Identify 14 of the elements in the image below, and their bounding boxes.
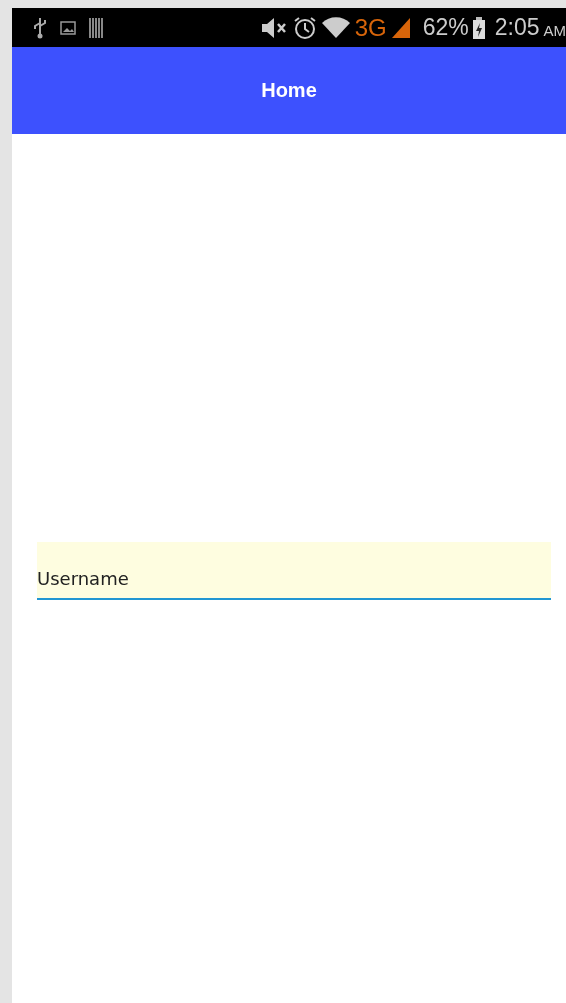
barcode-icon — [89, 17, 104, 38]
alarm-icon — [292, 15, 317, 40]
clock-time: 2:05 — [494, 14, 540, 41]
mute-icon — [260, 16, 289, 39]
wifi-icon — [320, 16, 351, 39]
battery-percent: 62% — [422, 14, 469, 41]
signal-icon — [390, 16, 411, 39]
image-icon — [60, 20, 76, 35]
usb-icon — [33, 16, 47, 39]
app-title: Home — [261, 79, 317, 102]
username-field[interactable]: Username — [37, 542, 551, 600]
network-type: 3G — [354, 13, 387, 42]
clock-meridiem: AM — [543, 22, 566, 39]
battery-icon — [472, 16, 485, 39]
